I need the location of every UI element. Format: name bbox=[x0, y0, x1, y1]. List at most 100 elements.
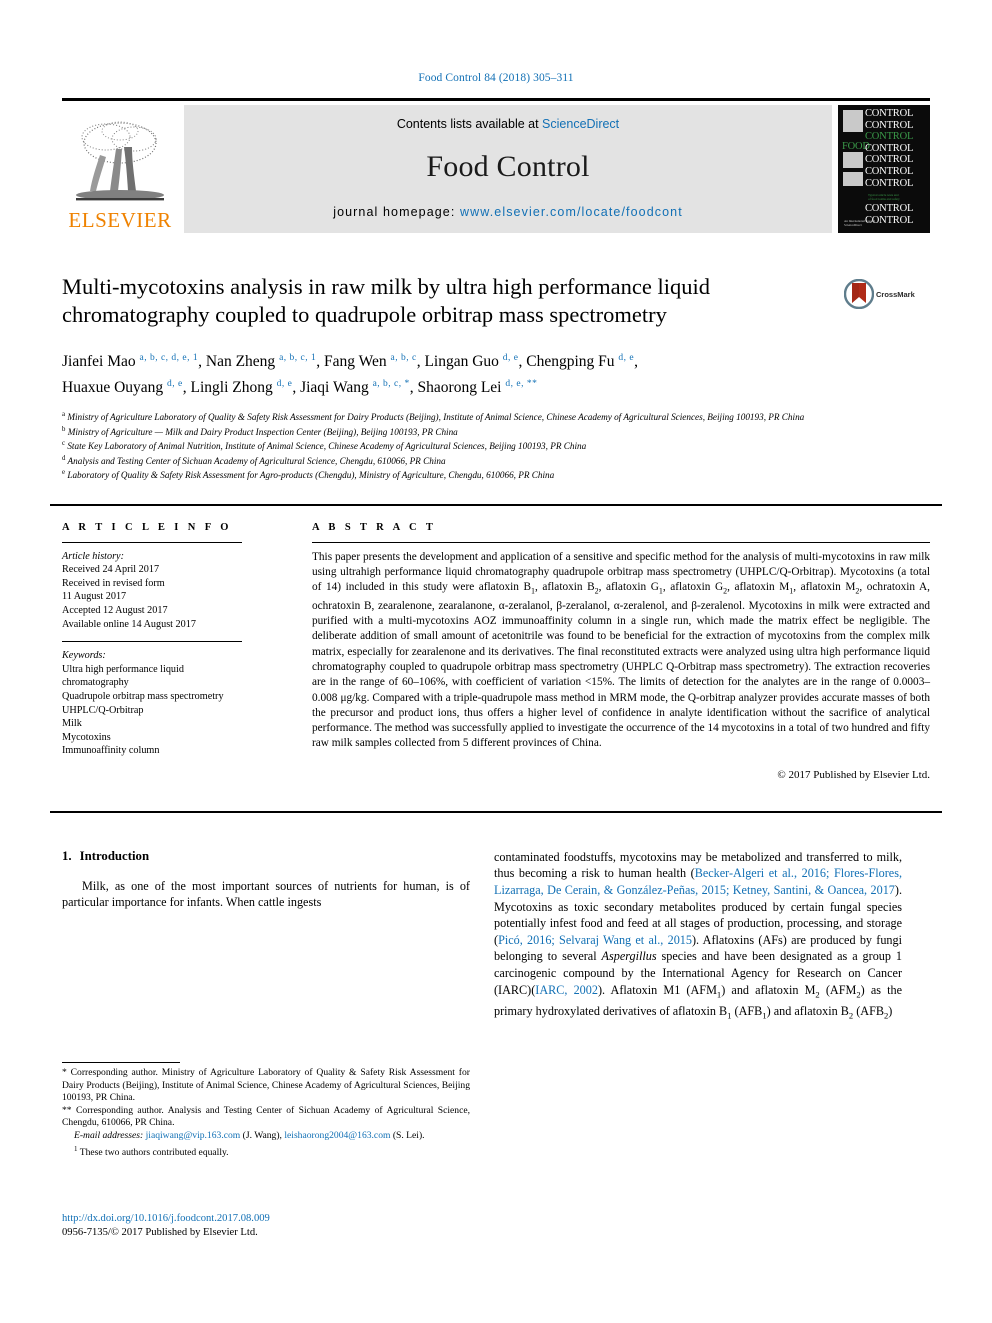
cover-word: CONTROL bbox=[865, 154, 914, 166]
affiliation-text: Laboratory of Quality & Safety Risk Asse… bbox=[67, 470, 555, 481]
cover-word: CONTROL bbox=[865, 203, 914, 215]
cover-image-block-2 bbox=[843, 152, 863, 168]
keyword-item: Ultra high performance liquid bbox=[62, 663, 184, 675]
article-history-item: Received 24 April 2017 bbox=[62, 564, 160, 576]
cover-word: CONTROL bbox=[865, 177, 914, 189]
affiliation-marker: d bbox=[62, 454, 66, 462]
body-column-right: contaminated foodstuffs, mycotoxins may … bbox=[494, 849, 902, 1024]
article-history-item: Accepted 12 August 2017 bbox=[62, 605, 168, 617]
abstract-rule bbox=[312, 541, 930, 543]
journal-masthead: ELSEVIER Contents lists available at Sci… bbox=[62, 98, 930, 233]
divider-below-abstract bbox=[50, 810, 942, 813]
abstract-copyright: © 2017 Published by Elsevier Ltd. bbox=[777, 768, 930, 781]
footnote-corresponding-1: * Corresponding author. Ministry of Agri… bbox=[62, 1067, 470, 1104]
contents-available-line: Contents lists available at ScienceDirec… bbox=[194, 117, 822, 131]
issn-copyright-line: 0956-7135/© 2017 Published by Elsevier L… bbox=[62, 1227, 258, 1238]
cover-word: CONTROL bbox=[865, 108, 914, 119]
author-affiliation-marks: a, b, c bbox=[390, 353, 417, 363]
cover-footer-text: An International Journal ScienceDirect bbox=[844, 219, 876, 227]
author-affiliation-marks: d, e bbox=[276, 379, 293, 390]
journal-homepage-line: journal homepage: www.elsevier.com/locat… bbox=[194, 205, 822, 219]
article-info-heading: A R T I C L E I N F O bbox=[62, 521, 232, 533]
affiliation-text: State Key Laboratory of Animal Nutrition… bbox=[67, 441, 587, 452]
abstract-heading: A B S T R A C T bbox=[312, 521, 437, 533]
cover-word: CONTROL bbox=[865, 165, 914, 177]
footnote-corresponding-2: ** Corresponding author. Analysis and Te… bbox=[62, 1104, 470, 1129]
email-link-2[interactable]: leishaorong2004@163.com bbox=[284, 1130, 390, 1141]
author-name: Shaorong Lei bbox=[417, 379, 502, 397]
email-link-1[interactable]: jiaqiwang@vip.163.com bbox=[146, 1130, 241, 1141]
author-affiliation-marks: a, b, c, * bbox=[372, 379, 410, 390]
keyword-item: chromatography bbox=[62, 677, 129, 689]
cover-control-words: CONTROL CONTROL CONTROL CONTROL CONTROL … bbox=[865, 108, 927, 226]
elsevier-logo: ELSEVIER bbox=[62, 105, 178, 233]
author-name: Chengping Fu bbox=[526, 353, 615, 371]
page-title: Multi-mycotoxins analysis in raw milk by… bbox=[62, 274, 711, 327]
introduction-paragraph-right: contaminated foodstuffs, mycotoxins may … bbox=[494, 849, 902, 1024]
citation-link[interactable]: IARC, 2002 bbox=[535, 983, 598, 997]
cover-word: CONTROL bbox=[865, 119, 914, 131]
elsevier-tree-icon bbox=[76, 121, 164, 201]
footnote-equal-contribution-text: These two authors contributed equally. bbox=[79, 1146, 229, 1158]
affiliation-item: d Analysis and Testing Center of Sichuan… bbox=[62, 453, 930, 467]
author-name: Lingan Guo bbox=[424, 353, 499, 371]
affiliation-item: e Laboratory of Quality & Safety Risk As… bbox=[62, 467, 930, 481]
cover-word: CONTROL bbox=[865, 142, 914, 154]
footer-block: http://dx.doi.org/10.1016/j.foodcont.201… bbox=[62, 1212, 482, 1240]
keywords-rule bbox=[62, 641, 242, 643]
author-affiliation-marks: d, e, ** bbox=[505, 379, 538, 390]
footnotes-block: * Corresponding author. Ministry of Agri… bbox=[62, 1062, 470, 1159]
author-affiliation-marks: a, b, c, 1 bbox=[279, 353, 317, 363]
homepage-prefix: journal homepage: bbox=[333, 205, 461, 219]
introduction-paragraph-left: Milk, as one of the most important sourc… bbox=[62, 878, 470, 910]
homepage-url-link[interactable]: www.elsevier.com/locate/foodcont bbox=[460, 205, 683, 219]
cover-image-block-3 bbox=[843, 172, 863, 186]
keywords-label: Keywords: bbox=[62, 650, 106, 662]
affiliation-text: Ministry of Agriculture — Milk and Dairy… bbox=[67, 426, 458, 437]
abstract-text: This paper presents the development and … bbox=[312, 550, 930, 750]
footnote-equal-contribution: 1 These two authors contributed equally. bbox=[62, 1143, 470, 1160]
introduction-heading: 1. Introduction bbox=[62, 849, 470, 864]
email-owner-1: (J. Wang), bbox=[242, 1129, 282, 1141]
email-addresses-label: E-mail addresses: bbox=[74, 1129, 144, 1141]
affiliation-marker: a bbox=[62, 411, 66, 419]
title-area: Multi-mycotoxins analysis in raw milk by… bbox=[62, 273, 930, 329]
keyword-item: Mycotoxins bbox=[62, 731, 111, 743]
author-affiliation-marks: d, e bbox=[167, 379, 183, 390]
sciencedirect-link[interactable]: ScienceDirect bbox=[542, 117, 619, 131]
footnote-emails: E-mail addresses: jiaqiwang@vip.163.com … bbox=[62, 1130, 470, 1143]
author-affiliation-marks: d, e bbox=[502, 353, 519, 363]
article-info-rule bbox=[62, 541, 242, 543]
affiliation-item: a Ministry of Agriculture Laboratory of … bbox=[62, 409, 930, 423]
abstract-column: A B S T R A C T This paper presents the … bbox=[312, 522, 930, 781]
article-history-item: Received in revised form bbox=[62, 577, 165, 589]
introduction-number: 1. bbox=[62, 848, 72, 863]
keyword-item: Immunoaffinity column bbox=[62, 745, 160, 757]
introduction-title: Introduction bbox=[79, 848, 150, 863]
keyword-item: Milk bbox=[62, 718, 82, 730]
crossmark-badge[interactable]: CrossMark bbox=[844, 273, 930, 309]
affiliation-list: a Ministry of Agriculture Laboratory of … bbox=[62, 409, 930, 481]
crossmark-label: CrossMark bbox=[876, 289, 915, 299]
article-info-column: A R T I C L E I N F O Article history: R… bbox=[62, 522, 312, 758]
contents-prefix: Contents lists available at bbox=[396, 117, 543, 131]
article-history-label: Article history: bbox=[62, 550, 124, 562]
doi-link[interactable]: http://dx.doi.org/10.1016/j.foodcont.201… bbox=[62, 1212, 482, 1226]
journal-cover-thumbnail: FOOD CONTROL CONTROL CONTROL CONTROL CON… bbox=[838, 105, 930, 233]
elsevier-wordmark: ELSEVIER bbox=[68, 208, 172, 232]
affiliation-text: Analysis and Testing Center of Sichuan A… bbox=[67, 455, 446, 466]
article-page: Food Control 84 (2018) 305–311 ELSEVIER bbox=[0, 0, 992, 1323]
keyword-item: Quadrupole orbitrap mass spectrometry bbox=[62, 691, 224, 702]
affiliation-item: c State Key Laboratory of Animal Nutriti… bbox=[62, 438, 930, 452]
footnote-marker: 1 bbox=[74, 1144, 78, 1153]
masthead-center-panel: Contents lists available at ScienceDirec… bbox=[184, 105, 832, 233]
affiliation-marker: e bbox=[62, 469, 66, 477]
author-affiliation-marks: d, e bbox=[618, 353, 635, 363]
affiliation-marker: b bbox=[62, 425, 66, 433]
affiliation-marker: c bbox=[62, 440, 66, 448]
citation-link[interactable]: Picó, 2016; Selvaraj Wang et al., 2015 bbox=[498, 933, 692, 947]
author-name: Huaxue Ouyang bbox=[62, 379, 164, 397]
cover-word: CONTROL bbox=[865, 131, 914, 143]
body-column-left: 1. Introduction Milk, as one of the most … bbox=[62, 849, 470, 911]
keywords-block: Keywords: Ultra high performance liquid … bbox=[62, 641, 288, 758]
